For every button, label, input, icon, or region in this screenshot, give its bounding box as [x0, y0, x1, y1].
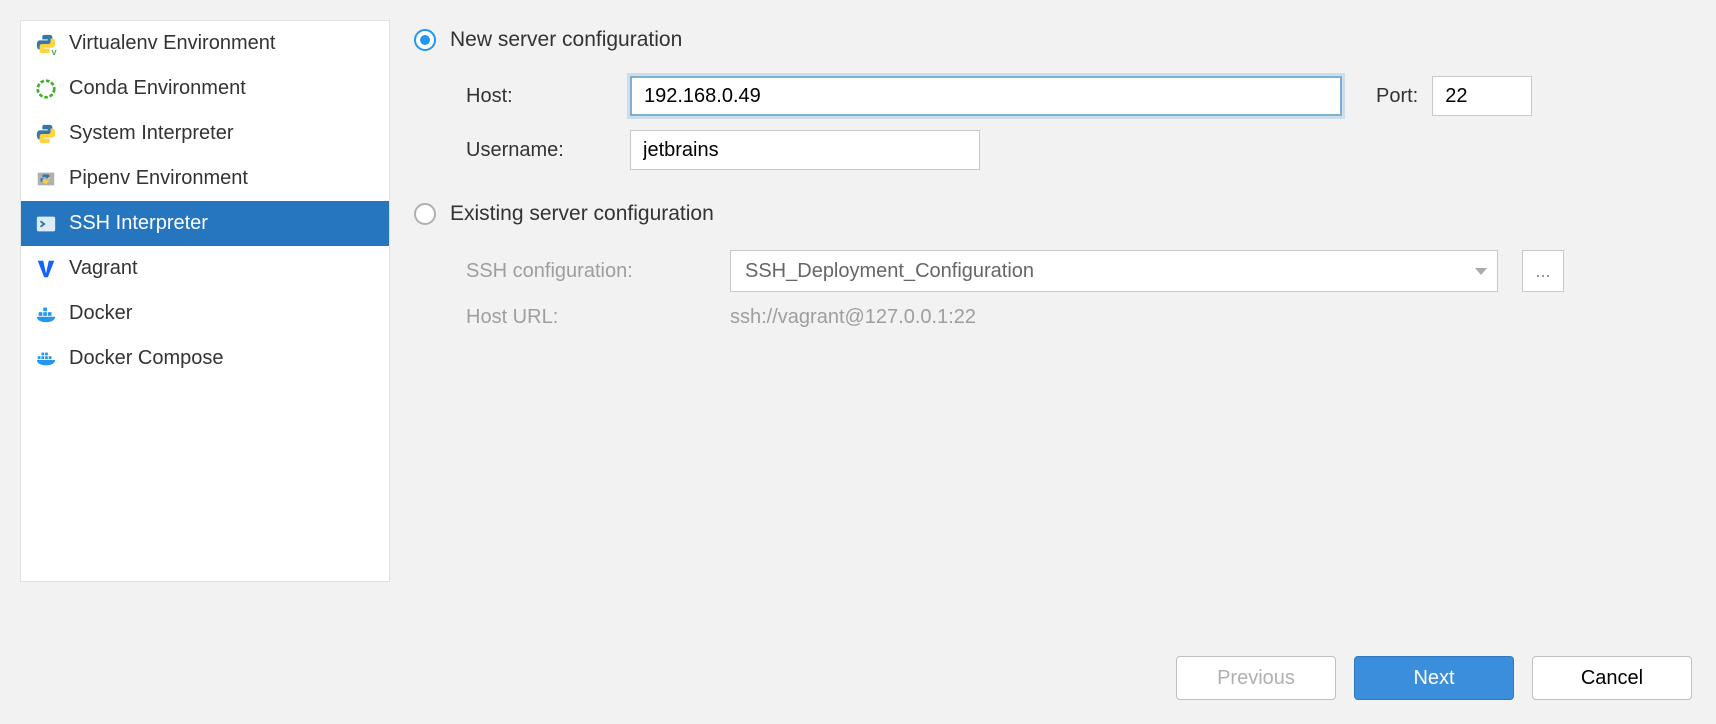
next-button[interactable]: Next: [1354, 656, 1514, 700]
radio-existing-server[interactable]: [414, 203, 436, 225]
sidebar-item-virtualenv[interactable]: v Virtualenv Environment: [21, 21, 389, 66]
host-input[interactable]: [630, 76, 1342, 116]
wizard-button-bar: Previous Next Cancel: [1176, 656, 1692, 700]
conda-icon: [35, 78, 57, 100]
sidebar-item-label: Conda Environment: [69, 77, 246, 100]
existing-server-label: Existing server configuration: [450, 202, 714, 226]
ssh-config-select[interactable]: SSH_Deployment_Configuration: [730, 250, 1498, 292]
sidebar-item-label: Pipenv Environment: [69, 167, 248, 190]
sidebar-item-system[interactable]: System Interpreter: [21, 111, 389, 156]
host-url-value: ssh://vagrant@127.0.0.1:22: [730, 306, 976, 329]
username-input[interactable]: [630, 130, 980, 170]
ssh-terminal-icon: [35, 213, 57, 235]
sidebar-item-label: Vagrant: [69, 257, 138, 280]
pipenv-icon: [35, 168, 57, 190]
ssh-config-browse-button[interactable]: ...: [1522, 250, 1564, 292]
host-url-label: Host URL:: [466, 306, 716, 329]
port-label: Port:: [1376, 85, 1418, 108]
sidebar-item-docker-compose[interactable]: Docker Compose: [21, 336, 389, 381]
sidebar-item-label: SSH Interpreter: [69, 212, 208, 235]
sidebar-item-label: Docker Compose: [69, 347, 224, 370]
docker-icon: [35, 303, 57, 325]
ssh-config-panel: New server configuration Host: Port: Use…: [414, 20, 1696, 704]
vagrant-icon: [35, 258, 57, 280]
new-server-label: New server configuration: [450, 28, 682, 52]
ssh-config-value: SSH_Deployment_Configuration: [745, 260, 1034, 283]
host-label: Host:: [466, 85, 616, 108]
docker-compose-icon: [35, 348, 57, 370]
radio-new-server[interactable]: [414, 29, 436, 51]
sidebar-item-ssh[interactable]: SSH Interpreter: [21, 201, 389, 246]
sidebar-item-label: Docker: [69, 302, 132, 325]
chevron-down-icon: [1475, 268, 1487, 275]
python-icon: [35, 123, 57, 145]
sidebar-item-pipenv[interactable]: Pipenv Environment: [21, 156, 389, 201]
sidebar-item-conda[interactable]: Conda Environment: [21, 66, 389, 111]
ssh-config-label: SSH configuration:: [466, 260, 716, 283]
sidebar-item-label: Virtualenv Environment: [69, 32, 275, 55]
sidebar-item-label: System Interpreter: [69, 122, 234, 145]
cancel-button[interactable]: Cancel: [1532, 656, 1692, 700]
svg-text:v: v: [52, 47, 58, 55]
sidebar-item-vagrant[interactable]: Vagrant: [21, 246, 389, 291]
previous-button[interactable]: Previous: [1176, 656, 1336, 700]
interpreter-type-sidebar: v Virtualenv Environment Conda Environme…: [20, 20, 390, 582]
port-input[interactable]: [1432, 76, 1532, 116]
python-virtualenv-icon: v: [35, 33, 57, 55]
sidebar-item-docker[interactable]: Docker: [21, 291, 389, 336]
username-label: Username:: [466, 139, 616, 162]
